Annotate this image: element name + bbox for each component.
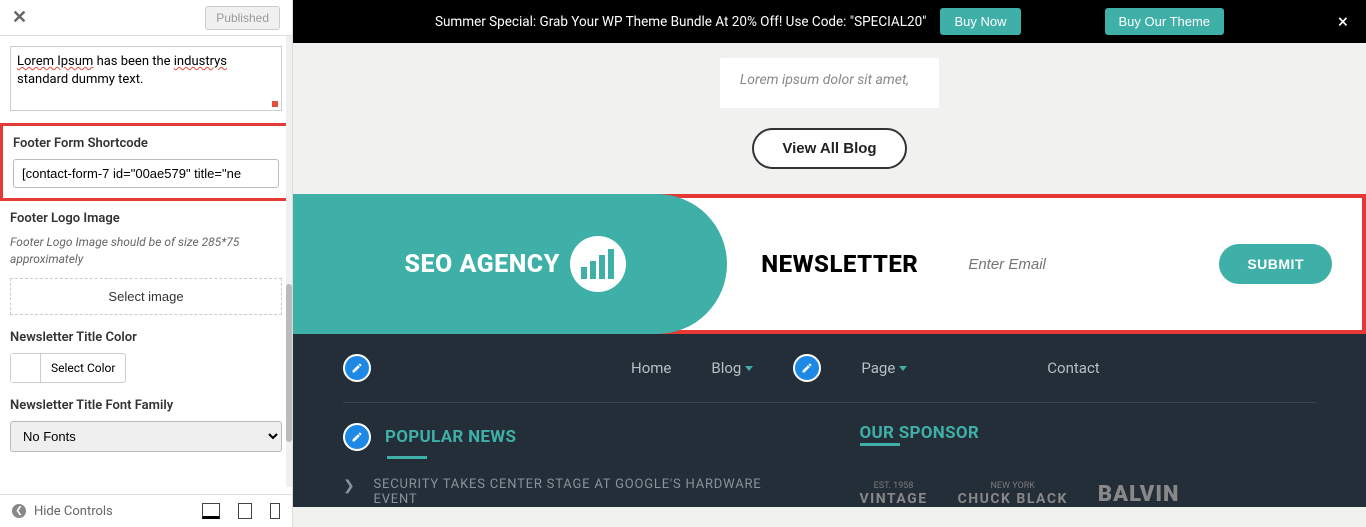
dropdown-caret-icon — [899, 366, 907, 371]
news-item-text: SECURITY TAKES CENTER STAGE AT GOOGLE'S … — [374, 477, 800, 507]
resize-handle-icon[interactable] — [272, 101, 278, 107]
view-all-blog-button[interactable]: View All Blog — [752, 128, 906, 169]
chevron-right-icon: ❯ — [343, 478, 356, 494]
newsletter-title: NEWSLETTER — [761, 250, 918, 278]
panel-header: ✕ Published — [0, 0, 292, 36]
newsletter-color-label: Newsletter Title Color — [10, 330, 282, 345]
color-picker[interactable]: Select Color — [10, 353, 126, 383]
content-section: Lorem ipsum dolor sit amet, View All Blo… — [293, 43, 1366, 194]
newsletter-form: NEWSLETTER SUBMIT — [657, 194, 1366, 334]
sponsor-chuck: NEW YORK CHUCK BLACK — [958, 481, 1068, 507]
chevron-left-icon: ❮ — [12, 504, 26, 518]
footer-logo-help: Footer Logo Image should be of size 285*… — [10, 234, 282, 268]
buy-theme-button[interactable]: Buy Our Theme — [1105, 8, 1225, 35]
close-icon[interactable]: ✕ — [12, 7, 27, 28]
sponsor-logos: EST. 1958 VINTAGE NEW YORK CHUCK BLACK B… — [860, 481, 1317, 507]
hide-controls-label: Hide Controls — [34, 504, 113, 519]
panel-footer: ❮ Hide Controls — [0, 494, 292, 527]
footer-columns: POPULAR NEWS ❯ SECURITY TAKES CENTER STA… — [343, 403, 1316, 507]
color-swatch — [11, 354, 41, 382]
footer-form-section: Footer Form Shortcode — [0, 123, 292, 201]
panel-body: Lorem Ipsum has been the industrys stand… — [0, 36, 292, 494]
logo-content: SEO AGENCY — [404, 236, 625, 292]
footer-logo-section: Footer Logo Image Footer Logo Image shou… — [10, 211, 282, 315]
newsletter-wrapper: SEO AGENCY NEWSLETTER SUBMIT — [293, 194, 1366, 334]
select-color-label: Select Color — [41, 355, 125, 381]
sponsor-balvin: BALVIN — [1098, 482, 1180, 507]
title-underline — [860, 443, 900, 446]
promo-bar: Summer Special: Grab Your WP Theme Bundl… — [293, 0, 1366, 43]
footer-logo-section: SEO AGENCY — [293, 194, 657, 334]
edit-shortcut-icon[interactable] — [793, 354, 821, 382]
sponsor-column: OUR SPONSOR EST. 1958 VINTAGE NEW YORK C… — [860, 423, 1317, 507]
buy-now-button[interactable]: Buy Now — [940, 8, 1020, 35]
newsletter-color-section: Newsletter Title Color Select Color — [10, 330, 282, 383]
edit-shortcut-icon[interactable] — [343, 423, 371, 451]
tablet-icon[interactable] — [238, 503, 252, 519]
dropdown-caret-icon — [745, 366, 753, 371]
preview-area: Summer Special: Grab Your WP Theme Bundl… — [293, 0, 1366, 527]
lorem-card: Lorem ipsum dolor sit amet, — [720, 58, 939, 108]
email-input[interactable] — [968, 256, 1169, 273]
textarea-text: industrys — [174, 54, 227, 69]
font-select[interactable]: No Fonts — [10, 421, 282, 452]
scrollbar-thumb[interactable] — [286, 284, 292, 442]
submit-button[interactable]: SUBMIT — [1219, 244, 1332, 284]
nav-blog[interactable]: Blog — [711, 359, 753, 377]
scrollbar-track — [286, 36, 292, 487]
popular-news-title: POPULAR NEWS — [385, 427, 516, 447]
select-image-button[interactable]: Select image — [10, 278, 282, 315]
promo-close-icon[interactable]: × — [1338, 10, 1348, 33]
published-button[interactable]: Published — [205, 6, 280, 30]
nav-contact[interactable]: Contact — [1047, 359, 1099, 377]
textarea-text: Lorem Ipsum — [17, 54, 93, 69]
promo-text: Summer Special: Grab Your WP Theme Bundl… — [435, 14, 927, 30]
desktop-icon[interactable] — [202, 503, 220, 519]
hide-controls-button[interactable]: ❮ Hide Controls — [12, 504, 113, 519]
description-textarea[interactable]: Lorem Ipsum has been the industrys stand… — [10, 46, 282, 111]
newsletter-font-section: Newsletter Title Font Family No Fonts — [10, 398, 282, 452]
footer-area: Home Blog Page Contact POPULAR NEWS — [293, 334, 1366, 507]
device-preview-icons — [202, 503, 280, 519]
footer-nav: Home Blog Page Contact — [343, 354, 1316, 403]
sponsor-title: OUR SPONSOR — [860, 423, 980, 443]
description-textarea-wrapper: Lorem Ipsum has been the industrys stand… — [10, 46, 282, 111]
customizer-panel: ✕ Published Lorem Ipsum has been the ind… — [0, 0, 293, 527]
nav-home[interactable]: Home — [631, 359, 671, 377]
sponsor-vintage: EST. 1958 VINTAGE — [860, 481, 928, 507]
nav-page[interactable]: Page — [861, 359, 907, 377]
newsletter-font-label: Newsletter Title Font Family — [10, 398, 282, 413]
edit-shortcut-icon[interactable] — [343, 354, 371, 382]
footer-form-label: Footer Form Shortcode — [13, 136, 279, 151]
mobile-icon[interactable] — [270, 503, 280, 519]
news-item[interactable]: ❯ SECURITY TAKES CENTER STAGE AT GOOGLE'… — [343, 477, 800, 507]
title-underline — [387, 456, 427, 459]
textarea-text: standard dummy text. — [17, 72, 143, 87]
popular-news-column: POPULAR NEWS ❯ SECURITY TAKES CENTER STA… — [343, 423, 800, 507]
logo-text: SEO AGENCY — [404, 250, 559, 279]
footer-form-input[interactable] — [13, 159, 279, 188]
footer-logo-label: Footer Logo Image — [10, 211, 282, 226]
textarea-text: has been the — [93, 54, 173, 69]
logo-icon — [570, 236, 626, 292]
